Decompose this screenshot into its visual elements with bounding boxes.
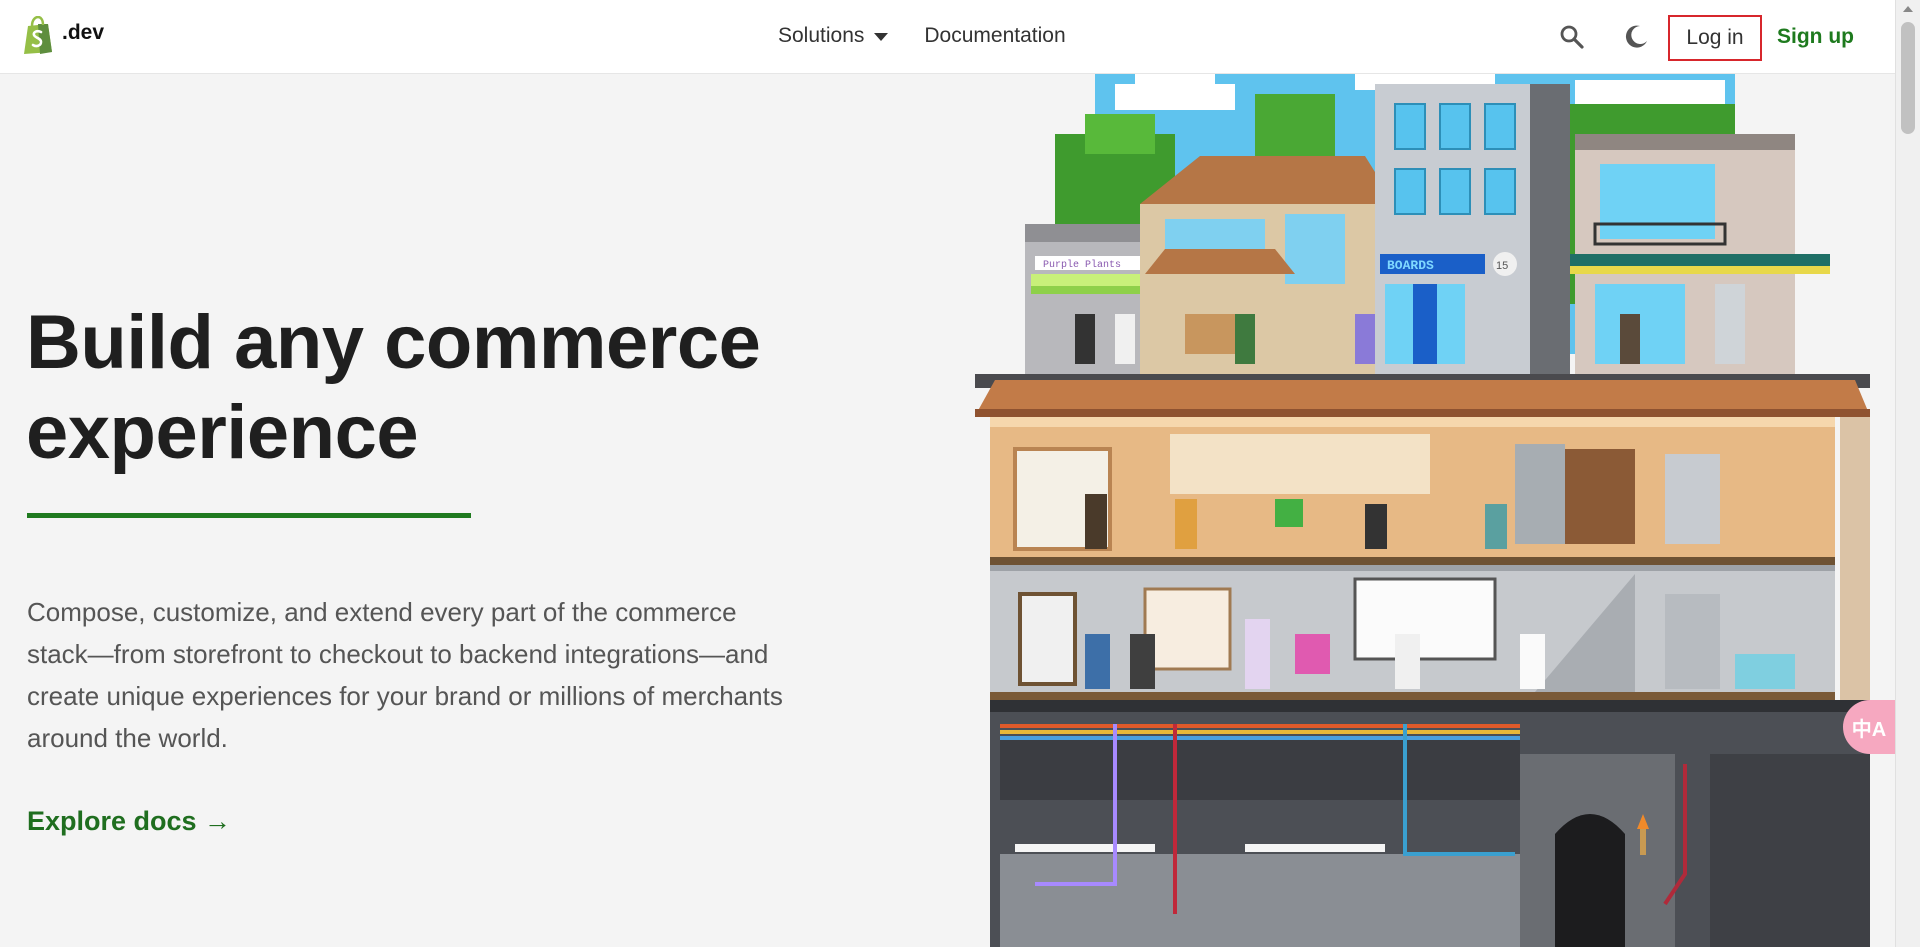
login-button[interactable]: Log in	[1668, 15, 1762, 61]
documentation-label: Documentation	[924, 24, 1066, 47]
chevron-down-icon	[874, 33, 889, 41]
logo-text: .dev	[62, 21, 105, 44]
sign-boards: BOARDS	[1387, 258, 1434, 273]
hero-title: Build any commerce experience	[26, 300, 761, 475]
documentation-link[interactable]: Documentation	[924, 24, 1065, 48]
search-icon[interactable]	[1558, 23, 1586, 51]
hero-divider	[27, 513, 471, 518]
pixel-building-illustration: Purple Plants BOARDS 15	[975, 74, 1870, 947]
solutions-menu[interactable]: Solutions	[778, 24, 889, 48]
logo-link[interactable]: .dev	[22, 16, 104, 54]
page-scrollbar[interactable]	[1895, 0, 1920, 947]
building-number: 15	[1496, 260, 1508, 272]
translate-button[interactable]: 中A	[1843, 700, 1895, 754]
signup-button[interactable]: Sign up	[1777, 25, 1854, 49]
hero-description: Compose, customize, and extend every par…	[27, 597, 783, 753]
scroll-up-arrow[interactable]	[1903, 6, 1913, 12]
scroll-thumb[interactable]	[1901, 22, 1915, 134]
sign-purple-plants: Purple Plants	[1043, 259, 1121, 271]
explore-docs-label: Explore docs →	[27, 806, 232, 836]
moon-icon[interactable]	[1622, 23, 1650, 51]
explore-docs-link[interactable]: Explore docs →	[27, 806, 231, 837]
solutions-label: Solutions	[778, 24, 865, 47]
top-navbar: .dev Solutions Documentation Log in Sign…	[0, 0, 1895, 74]
shopify-bag-icon	[24, 16, 52, 54]
